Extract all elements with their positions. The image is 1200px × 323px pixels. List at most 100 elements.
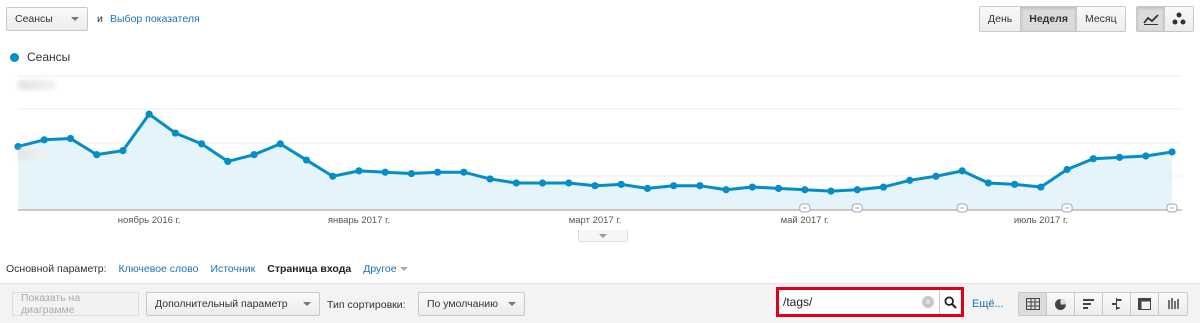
dimension-other-dropdown[interactable]: Другое xyxy=(363,263,408,275)
and-text: и xyxy=(97,13,103,25)
x-tick-label: январь 2017 г. xyxy=(328,215,390,226)
data-point xyxy=(801,186,809,194)
data-point xyxy=(1011,180,1019,188)
primary-dimension-row: Основной параметр: Ключевое слово Источн… xyxy=(6,263,408,275)
sessions-chart: ноябрь 2016 г. январь 2017 г. март 2017 г.… xyxy=(14,75,1182,226)
period-month-button[interactable]: Месяц xyxy=(1076,7,1125,31)
chart-collapse-handle[interactable] xyxy=(578,230,628,242)
term-cloud-icon[interactable] xyxy=(1159,293,1187,315)
line-chart-icon[interactable] xyxy=(1137,7,1166,31)
plot-rows-button[interactable]: Показать на диаграмме xyxy=(12,292,139,316)
chevron-down-icon xyxy=(599,233,607,238)
data-point xyxy=(958,167,966,175)
x-tick-label: май 2017 г. xyxy=(781,215,829,226)
annotation-marker xyxy=(1166,203,1178,213)
period-switch: День Неделя Месяц xyxy=(979,6,1126,32)
data-point xyxy=(276,140,284,148)
data-point xyxy=(93,151,101,159)
data-point xyxy=(1168,148,1176,156)
data-point xyxy=(381,168,389,176)
y-axis-label-blurred xyxy=(18,149,48,159)
chevron-down-icon xyxy=(508,302,516,306)
data-point xyxy=(722,186,730,194)
data-point xyxy=(853,186,861,194)
choose-metric-link[interactable]: Выбор показателя xyxy=(110,13,200,25)
series-area xyxy=(18,114,1172,210)
sort-type-value: По умолчанию xyxy=(427,298,499,310)
metric-select[interactable]: Сеансы xyxy=(6,7,88,31)
chart-type-switch xyxy=(1136,6,1194,32)
metric-select-value: Сеансы xyxy=(15,13,53,25)
bar-icon[interactable] xyxy=(1075,293,1103,315)
x-tick-labels: ноябрь 2016 г. январь 2017 г. март 2017 г.… xyxy=(118,215,1068,226)
data-point xyxy=(774,184,783,192)
x-tick-label: март 2017 г. xyxy=(569,215,622,226)
legend-series-name: Сеансы xyxy=(27,50,71,64)
dimension-other-label: Другое xyxy=(363,263,397,275)
data-point xyxy=(145,110,153,118)
data-point xyxy=(250,151,258,159)
data-point xyxy=(171,129,179,137)
data-point xyxy=(119,147,127,155)
dimension-landing-page: Страница входа xyxy=(267,263,352,275)
data-point xyxy=(1142,152,1150,160)
advanced-filter-link[interactable]: Ещё... xyxy=(972,298,1004,310)
data-point xyxy=(1037,183,1045,191)
data-point xyxy=(565,179,573,187)
data-point xyxy=(748,183,756,191)
data-point xyxy=(434,168,442,176)
period-day-button[interactable]: День xyxy=(980,7,1022,31)
search-icon[interactable] xyxy=(939,290,961,314)
data-point xyxy=(355,167,363,175)
annotation-marker xyxy=(956,203,968,213)
data-point xyxy=(329,172,337,180)
data-point xyxy=(197,140,206,148)
data-point xyxy=(302,156,311,164)
pivot-icon[interactable] xyxy=(1131,293,1159,315)
x-tick-label: июль 2017 г. xyxy=(1014,215,1068,226)
chevron-down-icon xyxy=(71,17,79,21)
data-point xyxy=(617,180,625,188)
clear-icon[interactable]: × xyxy=(922,296,934,308)
data-point xyxy=(984,179,993,187)
data-point xyxy=(827,187,835,195)
annotation-marker xyxy=(851,203,863,213)
data-point xyxy=(879,183,888,191)
data-point xyxy=(591,182,599,190)
annotation-marker xyxy=(1061,203,1073,213)
chevron-down-icon xyxy=(399,267,408,271)
data-point xyxy=(40,136,48,144)
data-point xyxy=(670,182,678,190)
sort-type-label: Тип сортировки: xyxy=(327,299,406,311)
sort-type-select[interactable]: По умолчанию xyxy=(418,292,525,316)
data-point xyxy=(66,134,75,143)
data-point xyxy=(1115,153,1124,161)
data-point xyxy=(1089,155,1097,163)
dimension-keyword-link[interactable]: Ключевое слово xyxy=(119,263,199,275)
table-toolbar: Показать на диаграмме Дополнительный пар… xyxy=(0,283,1200,323)
y-axis-label-blurred xyxy=(18,80,56,90)
data-point xyxy=(1063,165,1071,174)
chart-legend: Сеансы xyxy=(10,50,70,64)
comparison-icon[interactable] xyxy=(1103,293,1131,315)
period-week-button[interactable]: Неделя xyxy=(1021,7,1077,31)
x-tick-label: ноябрь 2016 г. xyxy=(118,215,181,226)
data-point xyxy=(460,168,468,176)
series-dot-icon xyxy=(10,52,19,62)
data-point xyxy=(906,176,914,184)
primary-dimension-label: Основной параметр: xyxy=(6,263,107,275)
pie-icon[interactable] xyxy=(1047,293,1075,315)
data-point xyxy=(512,179,520,187)
data-point xyxy=(696,182,704,190)
table-view-switch xyxy=(1018,292,1188,316)
dimension-source-link[interactable]: Источник xyxy=(210,263,255,275)
secondary-dimension-select[interactable]: Дополнительный параметр xyxy=(146,292,320,316)
secondary-dimension-label: Дополнительный параметр xyxy=(155,298,288,310)
annotation-marker xyxy=(799,203,811,213)
motion-chart-icon[interactable] xyxy=(1165,7,1193,31)
data-point xyxy=(538,179,547,187)
data-point xyxy=(486,175,494,183)
data-point xyxy=(407,169,416,178)
table-icon[interactable] xyxy=(1019,293,1047,315)
table-search-input[interactable] xyxy=(783,293,925,311)
